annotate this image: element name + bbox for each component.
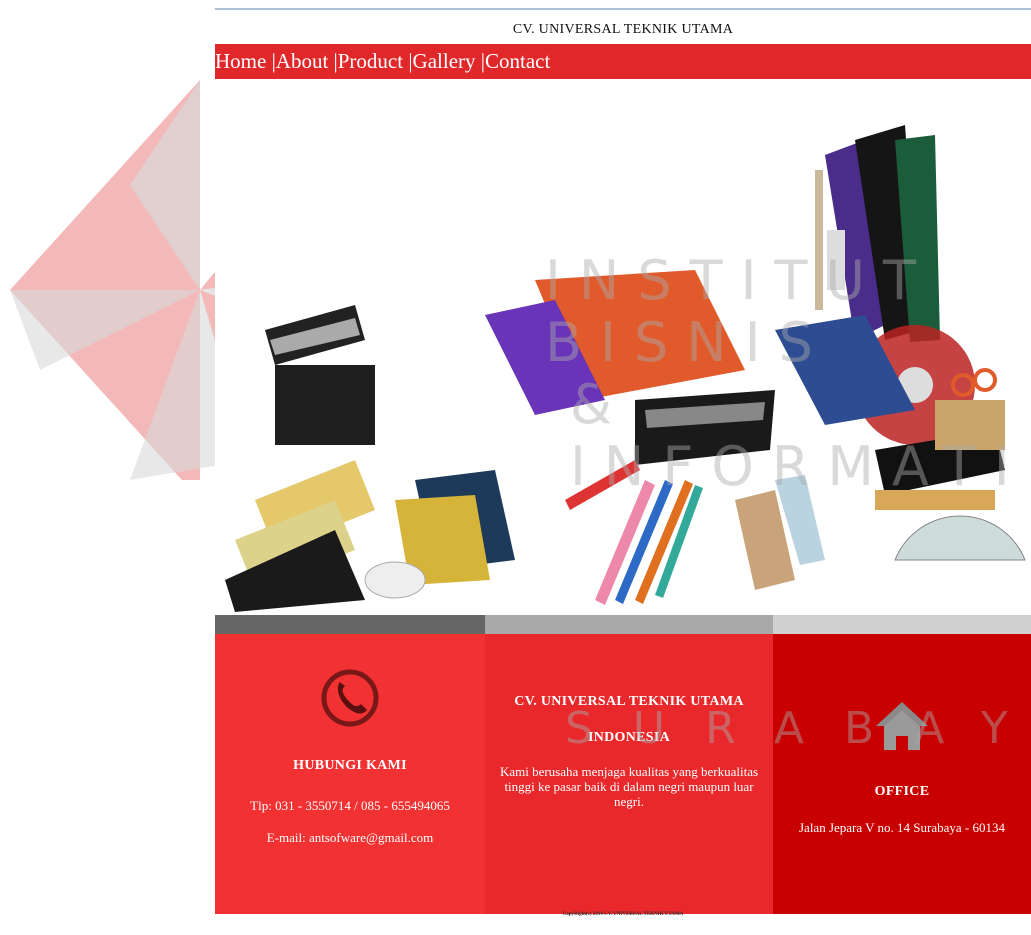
office-address: Jalan Jepara V no. 14 Surabaya - 60134 — [798, 820, 1006, 835]
site-title: CV. UNIVERSAL TEKNIK UTAMA — [512, 22, 734, 37]
about-heading: CV. UNIVERSAL TEKNIK UTAMA — [514, 694, 744, 709]
about-text: Kami berusaha menjaga kualitas yang berk… — [499, 764, 759, 809]
main-nav: Home | About | Product | Gallery | Conta… — [215, 44, 1031, 79]
top-divider — [215, 8, 1031, 10]
strip-dark — [215, 615, 485, 634]
nav-contact[interactable]: Contact — [485, 49, 550, 74]
about-subheading: INDONESIA — [587, 730, 671, 745]
contact-panel: HUBUNGI KAMI Tlp: 031 - 3550714 / 085 - … — [215, 634, 485, 914]
nav-about[interactable]: About | — [276, 49, 338, 74]
nav-home[interactable]: Home | — [215, 49, 276, 74]
contact-phone: Tlp: 031 - 3550714 / 085 - 655494065 — [250, 798, 450, 813]
nav-gallery[interactable]: Gallery | — [413, 49, 485, 74]
nav-product[interactable]: Product | — [338, 49, 413, 74]
office-heading: OFFICE — [874, 784, 930, 799]
contact-heading: HUBUNGI KAMI — [293, 758, 407, 773]
strip-light — [773, 615, 1031, 634]
strip-mid — [485, 615, 773, 634]
about-panel: CV. UNIVERSAL TEKNIK UTAMA INDONESIA Kam… — [485, 634, 773, 914]
office-panel: OFFICE Jalan Jepara V no. 14 Surabaya - … — [773, 634, 1031, 914]
contact-email[interactable]: E-mail: antsofware@gmail.com — [215, 830, 485, 845]
footer-copyright: CopyRight(c) 2014 CV. UNIVERSAL TEKNIK U… — [562, 912, 684, 917]
phone-icon — [321, 669, 379, 727]
hero-image — [215, 80, 1031, 612]
home-icon — [876, 702, 928, 750]
